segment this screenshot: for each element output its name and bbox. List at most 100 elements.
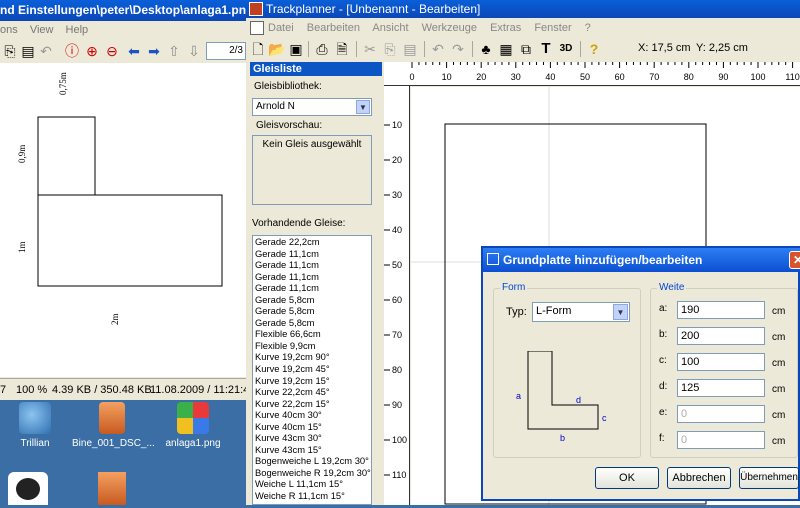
ruler-h-label: 110 [785, 72, 799, 82]
dimension-input[interactable]: 0 [677, 431, 765, 449]
list-item[interactable]: Weiche L 11,1cm 15° [253, 478, 371, 490]
network-icon[interactable]: ♣ [478, 41, 494, 57]
list-item[interactable]: Flexible 9,9cm [253, 340, 371, 352]
list-item[interactable]: Kurve 19,2cm 90° [253, 351, 371, 363]
library-select[interactable]: Arnold N ▼ [252, 98, 372, 116]
list-item[interactable]: Kurve 19,2cm 45° [253, 363, 371, 375]
image-viewer-window: nd Einstellungen\peter\Desktop\anlaga1.p… [0, 0, 246, 400]
open-folder-icon[interactable]: 📂 [268, 41, 285, 57]
list-item[interactable]: Gerade 11,1cm [253, 282, 371, 294]
copy-icon[interactable]: ⎘ [382, 41, 398, 57]
menu-extras[interactable]: Extras [490, 22, 521, 34]
ruler-h-label: 50 [580, 72, 590, 82]
image-file-icon[interactable] [98, 472, 126, 505]
document-icon[interactable] [250, 21, 264, 35]
list-item[interactable]: Gerade 11,1cm [253, 259, 371, 271]
list-item[interactable]: Gerade 5,8cm [253, 317, 371, 329]
paste-icon[interactable]: ▤ [402, 41, 418, 57]
ruler-v-label: 10 [392, 120, 402, 130]
prev-arrow-icon[interactable]: ⬅ [126, 43, 142, 59]
list-item[interactable]: Weiche R 11,1cm 15° [253, 490, 371, 502]
list-item[interactable]: Gerade 22,2cm [253, 236, 371, 248]
menu-ansicht[interactable]: Ansicht [372, 22, 408, 34]
next-arrow-icon[interactable]: ➡ [146, 43, 162, 59]
print-preview-icon[interactable]: 🗎 [334, 41, 350, 57]
diagram-label-c: c [602, 413, 607, 423]
desktop-icon-bine[interactable]: Bine_001_DSC_... [72, 402, 155, 449]
dimension-input[interactable]: 190 [677, 301, 765, 319]
desktop-icon-anlaga1[interactable]: anlaga1.png [153, 402, 233, 449]
list-item[interactable]: Gerade 11,1cm [253, 271, 371, 283]
viewer-menu-help[interactable]: Help [66, 24, 89, 36]
list-item[interactable]: Gerade 5,8cm [253, 305, 371, 317]
list-item[interactable]: Kurve 22,2cm 45° [253, 386, 371, 398]
dimension-input[interactable]: 125 [677, 379, 765, 397]
ruler-v-label: 100 [392, 435, 407, 445]
list-item[interactable]: Kurve 43cm 30° [253, 432, 371, 444]
list-item[interactable]: Kurve 43cm 15° [253, 444, 371, 456]
dimension-input[interactable]: 200 [677, 327, 765, 345]
save-icon[interactable]: ▣ [288, 41, 304, 57]
ruler-h-label: 0 [409, 72, 414, 82]
list-item[interactable]: Kurve 40cm 30° [253, 409, 371, 421]
list-item[interactable]: Bogenweiche L 19,2cm 30° [253, 455, 371, 467]
unit-label: cm [772, 410, 786, 421]
layout-drawing: 0,75m 0,9m 1m 2m [17, 72, 223, 325]
weite-group: Weite a: 190 cm b: 200 cm c: 100 cm d: 125 cm e: 0 cm f… [650, 282, 798, 458]
label-1m: 1m [17, 241, 27, 253]
desktop-icon-trillian[interactable]: Trillian [0, 402, 75, 449]
zoom-out-icon[interactable]: ⊖ [104, 43, 120, 59]
panda-icon[interactable] [8, 472, 48, 505]
weite-group-label: Weite [657, 282, 687, 293]
dimension-input[interactable]: 0 [677, 405, 765, 423]
viewer-menu-options[interactable]: ons [0, 24, 18, 36]
menu-bearbeiten[interactable]: Bearbeiten [307, 22, 360, 34]
new-file-icon[interactable]: 🗋 [250, 41, 266, 57]
print-icon[interactable]: ⎙ [314, 41, 330, 57]
list-item[interactable]: Flexible 66,6cm [253, 328, 371, 340]
menu-datei[interactable]: Datei [268, 22, 294, 34]
dimension-input[interactable]: 100 [677, 353, 765, 371]
ok-button[interactable]: OK [595, 467, 659, 489]
track-list-icon[interactable]: ▦ [498, 41, 514, 57]
zoom-in-icon[interactable]: ⊕ [84, 43, 100, 59]
app-icon [249, 2, 263, 16]
list-item[interactable]: Kurve 22,2cm 15° [253, 398, 371, 410]
track-list[interactable]: Gerade 22,2cm Gerade 11,1cm Gerade 11,1cm G… [252, 235, 372, 505]
apply-button[interactable]: Übernehmen [739, 467, 799, 489]
last-page-icon[interactable]: ⇩ [186, 43, 202, 59]
undo-icon[interactable]: ↶ [38, 43, 54, 59]
field-label: b: [659, 329, 668, 340]
help-icon[interactable]: ? [586, 41, 602, 57]
field-label: a: [659, 303, 668, 314]
list-item[interactable]: Gerade 11,1cm [253, 248, 371, 260]
info-icon[interactable]: ⓘ [64, 43, 80, 59]
chevron-down-icon[interactable]: ▼ [613, 304, 628, 320]
unit-label: cm [772, 358, 786, 369]
page-indicator[interactable]: 2/3 [206, 42, 246, 60]
list-item[interactable]: Bogenweiche R 19,2cm 30° [253, 467, 371, 479]
undo-icon[interactable]: ↶ [430, 41, 446, 57]
list-item[interactable]: Weiche L 11,1cm 15° [253, 502, 371, 504]
dialog-title: Grundplatte hinzufügen/bearbeiten ✕ [483, 248, 800, 272]
typ-select[interactable]: L-Form ▼ [532, 302, 630, 322]
cancel-button[interactable]: Abbrechen [667, 467, 731, 489]
paste-icon[interactable]: ▤ [20, 43, 36, 59]
list-item[interactable]: Gerade 5,8cm [253, 294, 371, 306]
shape-icon[interactable]: ⧉ [518, 41, 534, 57]
chevron-down-icon[interactable]: ▼ [356, 100, 370, 114]
menu-werkzeuge[interactable]: Werkzeuge [422, 22, 477, 34]
menu-fenster[interactable]: Fenster [534, 22, 571, 34]
first-page-icon[interactable]: ⇧ [166, 43, 182, 59]
close-icon[interactable]: ✕ [789, 251, 800, 269]
text-tool-icon[interactable]: T [538, 41, 554, 57]
3d-view-icon[interactable]: 3D [556, 41, 576, 57]
viewer-menu-view[interactable]: View [30, 24, 54, 36]
list-item[interactable]: Kurve 19,2cm 15° [253, 375, 371, 387]
list-item[interactable]: Kurve 40cm 15° [253, 421, 371, 433]
copy-icon[interactable]: ⎘ [2, 43, 18, 59]
viewer-statusbar: 7 100 % 4.39 KB / 350.48 KB 11.08.2009 /… [0, 378, 246, 400]
menu-help[interactable]: ? [585, 22, 591, 34]
cut-icon[interactable]: ✂ [362, 41, 378, 57]
redo-icon[interactable]: ↷ [450, 41, 466, 57]
